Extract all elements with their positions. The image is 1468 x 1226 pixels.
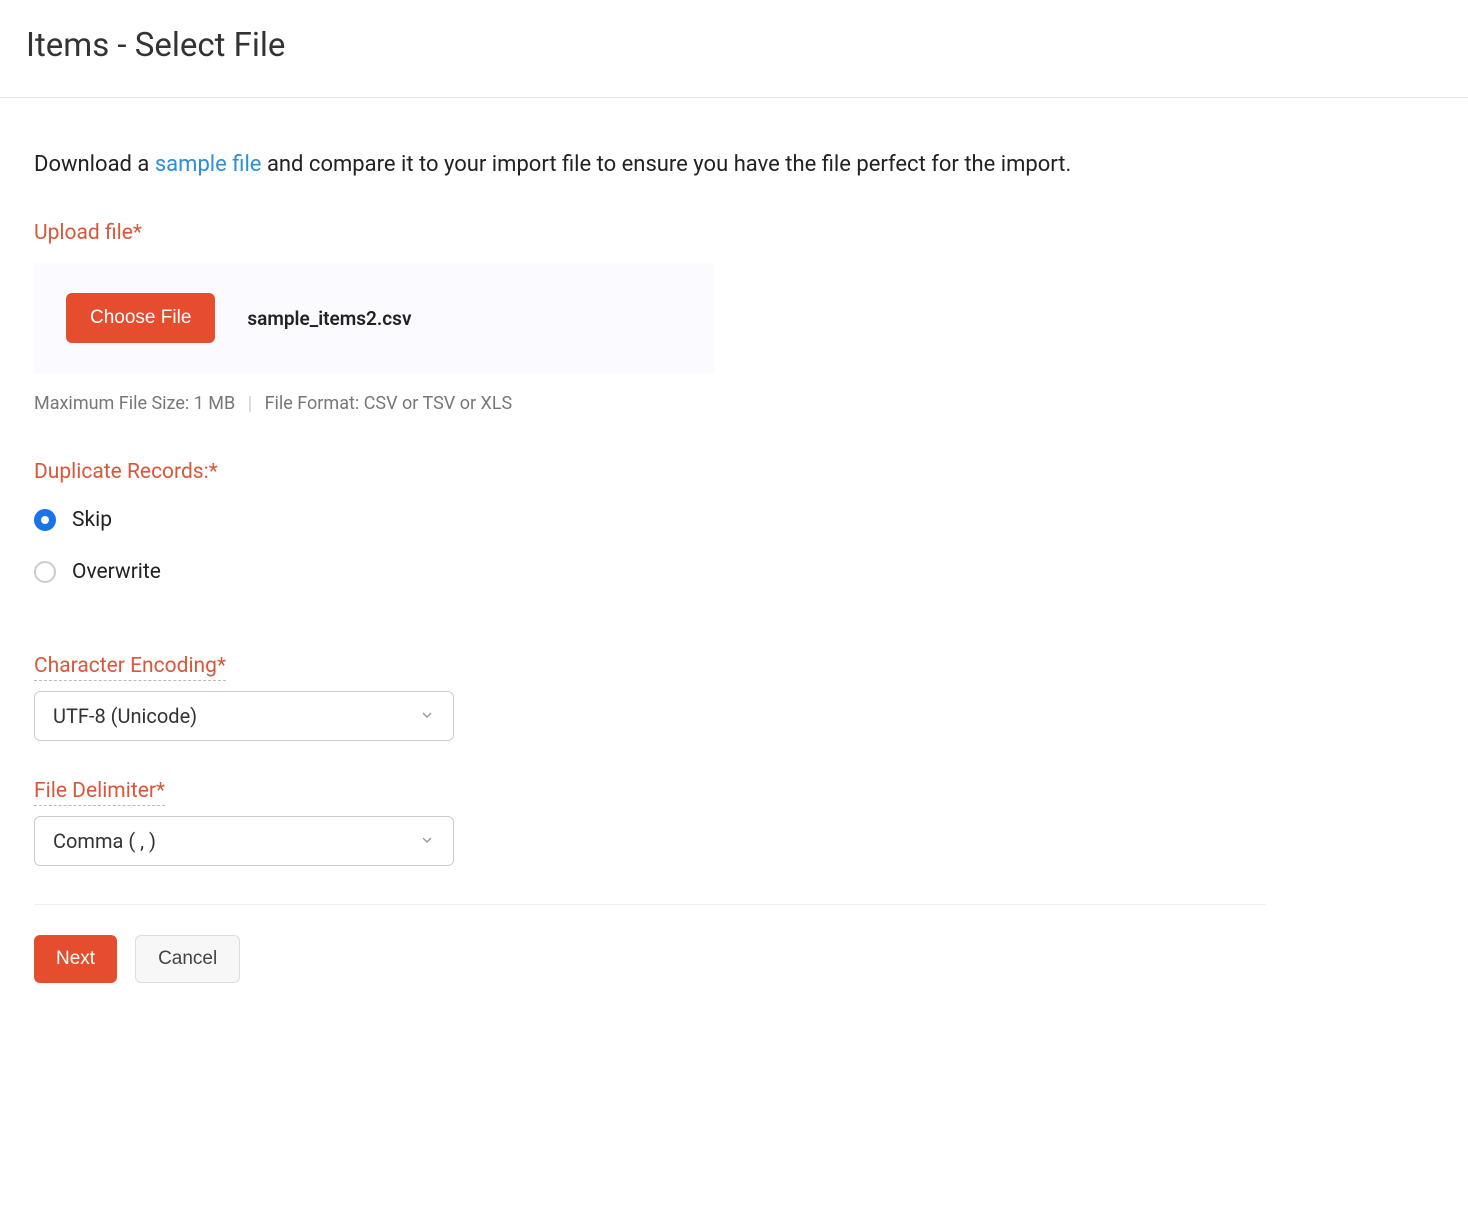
upload-hint: Maximum File Size: 1 MB | File Format: C… bbox=[34, 393, 1266, 414]
page-title: Items - Select File bbox=[26, 26, 1442, 65]
radio-skip[interactable]: Skip bbox=[34, 508, 1266, 532]
upload-box: Choose File sample_items2.csv bbox=[34, 263, 714, 373]
character-encoding-label: Character Encoding* bbox=[34, 654, 226, 681]
duplicate-records-radio-group: Skip Overwrite bbox=[34, 508, 1266, 584]
sample-file-link[interactable]: sample file bbox=[155, 152, 262, 177]
chevron-down-icon bbox=[419, 704, 435, 728]
radio-overwrite[interactable]: Overwrite bbox=[34, 560, 1266, 584]
duplicate-records-label: Duplicate Records:* bbox=[34, 460, 1266, 484]
hint-formats: File Format: CSV or TSV or XLS bbox=[265, 393, 513, 414]
file-delimiter-label: File Delimiter* bbox=[34, 779, 165, 806]
next-button[interactable]: Next bbox=[34, 935, 117, 983]
intro-prefix: Download a bbox=[34, 152, 155, 177]
hint-divider: | bbox=[248, 393, 252, 414]
choose-file-button[interactable]: Choose File bbox=[66, 293, 215, 343]
radio-label: Overwrite bbox=[72, 560, 161, 584]
footer-actions: Next Cancel bbox=[34, 935, 1266, 983]
file-delimiter-select[interactable]: Comma ( , ) bbox=[34, 816, 454, 866]
select-value: Comma ( , ) bbox=[53, 829, 156, 853]
radio-label: Skip bbox=[72, 508, 112, 532]
character-encoding-select[interactable]: UTF-8 (Unicode) bbox=[34, 691, 454, 741]
radio-icon bbox=[34, 561, 56, 583]
hint-max-size: Maximum File Size: 1 MB bbox=[34, 393, 235, 414]
intro-text: Download a sample file and compare it to… bbox=[34, 152, 1266, 177]
footer-divider bbox=[34, 904, 1266, 905]
upload-file-label: Upload file* bbox=[34, 221, 1266, 245]
selected-file-name: sample_items2.csv bbox=[247, 307, 411, 330]
intro-suffix: and compare it to your import file to en… bbox=[261, 152, 1071, 177]
cancel-button[interactable]: Cancel bbox=[135, 935, 240, 983]
radio-icon bbox=[34, 509, 56, 531]
page-header: Items - Select File bbox=[0, 0, 1468, 98]
chevron-down-icon bbox=[419, 829, 435, 853]
select-value: UTF-8 (Unicode) bbox=[53, 704, 197, 728]
